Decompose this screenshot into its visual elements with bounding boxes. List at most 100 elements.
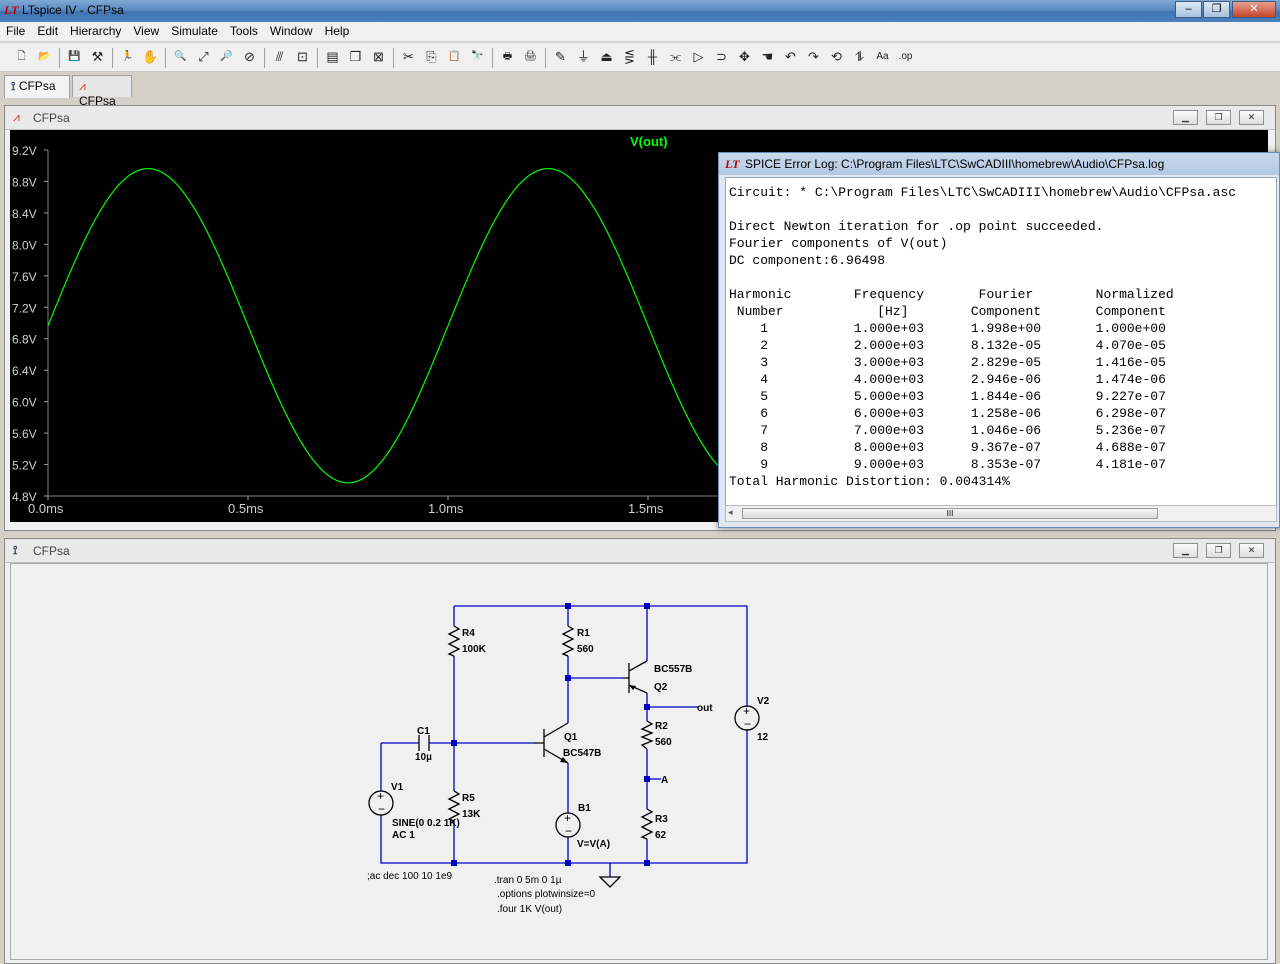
paste-icon[interactable]: 📋 bbox=[444, 46, 465, 68]
run-icon[interactable]: 🏃 bbox=[117, 46, 138, 68]
horizontal-scrollbar[interactable]: ◂ III bbox=[725, 505, 1277, 522]
diode-icon[interactable]: ▷ bbox=[688, 46, 709, 68]
save-icon[interactable]: 💾 bbox=[64, 46, 85, 68]
copy-icon[interactable]: ⎘ bbox=[421, 46, 442, 68]
minimize-button[interactable]: – bbox=[1175, 1, 1202, 18]
error-log-titlebar: LT SPICE Error Log: C:\Program Files\LTC… bbox=[719, 153, 1279, 175]
label-r3: R3 bbox=[655, 814, 668, 825]
autorange-icon[interactable]: ⫻ bbox=[269, 46, 290, 68]
toolbar-separator bbox=[264, 48, 265, 68]
spice-directive-icon[interactable]: .op bbox=[895, 46, 916, 68]
menu-hierarchy[interactable]: Hierarchy bbox=[64, 22, 127, 38]
value-r2: 560 bbox=[655, 737, 672, 748]
menu-window[interactable]: Window bbox=[264, 22, 319, 38]
net-label-a[interactable]: A bbox=[661, 775, 668, 786]
tab-schematic[interactable]: ⟟ CFPsa bbox=[4, 75, 70, 98]
menu-file[interactable]: File bbox=[0, 22, 31, 38]
open-icon[interactable]: 📂 bbox=[34, 46, 55, 68]
wire-icon[interactable]: ✎ bbox=[550, 46, 571, 68]
resistor-icon[interactable]: ⋚ bbox=[619, 46, 640, 68]
trace-label[interactable]: V(out) bbox=[630, 134, 668, 149]
y-tick-label: 9.2V bbox=[12, 144, 37, 158]
resistor-r2 bbox=[640, 720, 654, 750]
ground-icon[interactable]: ⏚ bbox=[573, 46, 594, 68]
log-line: Harmonic Frequency Fourier Normalized bbox=[729, 287, 1174, 302]
tab-waveform[interactable]: ⩘ CFPsa bbox=[72, 75, 132, 108]
drag-icon[interactable]: ☚ bbox=[757, 46, 778, 68]
spice-error-log-window[interactable]: LT SPICE Error Log: C:\Program Files\LTC… bbox=[718, 152, 1280, 528]
y-tick-label: 8.4V bbox=[12, 207, 37, 221]
minimize-button[interactable]: ▁ bbox=[1173, 110, 1198, 125]
log-line: Fourier components of V(out) bbox=[729, 236, 948, 251]
net-label-out[interactable]: out bbox=[697, 703, 713, 714]
model-q1: BC547B bbox=[563, 748, 601, 759]
menu-simulate[interactable]: Simulate bbox=[165, 22, 224, 38]
zoom-out-icon[interactable]: 🔎 bbox=[216, 46, 237, 68]
value-r1: 560 bbox=[577, 644, 594, 655]
print-icon[interactable]: 🖨 bbox=[520, 46, 541, 68]
zoom-full-icon[interactable]: ⤢ bbox=[193, 46, 214, 68]
close-button[interactable]: ✕ bbox=[1239, 543, 1264, 558]
cut-icon[interactable]: ✂ bbox=[398, 46, 419, 68]
restore-button[interactable]: ❐ bbox=[1206, 543, 1231, 558]
ac-directive-comment[interactable]: ;ac dec 100 10 1e9 bbox=[367, 871, 453, 882]
tran-directive[interactable]: .tran 0 5m 0 1µ bbox=[494, 875, 562, 886]
new-schematic-icon[interactable]: 🗋 bbox=[11, 46, 32, 68]
four-directive[interactable]: .four 1K V(out) bbox=[497, 904, 562, 915]
svg-text:−: − bbox=[378, 802, 385, 816]
print-setup-icon[interactable]: 🖶 bbox=[497, 46, 518, 68]
error-log-text[interactable]: Circuit: * C:\Program Files\LTC\SwCADIII… bbox=[725, 177, 1277, 507]
ground-symbol bbox=[598, 876, 622, 888]
tile-horizontal-icon[interactable]: ▤ bbox=[322, 46, 343, 68]
schematic-drawing[interactable]: +− +− +− R4 100K R1 560 BC557B Q2 out V2… bbox=[11, 564, 1267, 959]
undo-icon[interactable]: ↶ bbox=[780, 46, 801, 68]
menu-tools[interactable]: Tools bbox=[224, 22, 264, 38]
toolbar-separator bbox=[59, 48, 60, 68]
find-icon[interactable]: 🔭 bbox=[467, 46, 488, 68]
capacitor-icon[interactable]: ╫ bbox=[642, 46, 663, 68]
schematic-canvas[interactable]: + − + − + − R4 100K R1 560 BC557B Q2 out V2… bbox=[10, 563, 1268, 960]
waveform-window-title: CFPsa bbox=[33, 111, 70, 125]
inductor-icon[interactable]: ⫘ bbox=[665, 46, 686, 68]
close-all-icon[interactable]: ⊠ bbox=[368, 46, 389, 68]
close-button[interactable]: ✕ bbox=[1239, 110, 1264, 125]
error-log-title: SPICE Error Log: C:\Program Files\LTC\Sw… bbox=[745, 157, 1165, 171]
menu-view[interactable]: View bbox=[127, 22, 165, 38]
mirror-icon[interactable]: ⥮ bbox=[849, 46, 870, 68]
close-button[interactable]: ✕ bbox=[1232, 1, 1276, 18]
minimize-button[interactable]: ▁ bbox=[1173, 543, 1198, 558]
log-line: 2 2.000e+03 8.132e-05 4.070e-05 bbox=[729, 338, 1166, 353]
label-q2: Q2 bbox=[654, 682, 668, 693]
zoom-in-icon[interactable]: 🔍 bbox=[170, 46, 191, 68]
cascade-icon[interactable]: ❐ bbox=[345, 46, 366, 68]
ltspice-logo-icon: LT bbox=[4, 3, 19, 17]
waveform-icon: ⩘ bbox=[79, 79, 86, 93]
options-directive[interactable]: .options plotwinsize=0 bbox=[497, 889, 596, 900]
zoom-cancel-icon[interactable]: ⊘ bbox=[239, 46, 260, 68]
maximize-button[interactable]: ❐ bbox=[1203, 1, 1230, 18]
x-tick-label: 1.5ms bbox=[628, 501, 664, 516]
scroll-thumb[interactable]: III bbox=[742, 508, 1158, 519]
redo-icon[interactable]: ↷ bbox=[803, 46, 824, 68]
label-r2: R2 bbox=[655, 721, 668, 732]
zoom-back-icon[interactable]: ⊡ bbox=[292, 46, 313, 68]
component-icon[interactable]: ⊃ bbox=[711, 46, 732, 68]
menu-help[interactable]: Help bbox=[319, 22, 356, 38]
label-icon[interactable]: ⏏ bbox=[596, 46, 617, 68]
menu-edit[interactable]: Edit bbox=[31, 22, 64, 38]
toolbar-separator bbox=[393, 48, 394, 68]
rotate-icon[interactable]: ⟲ bbox=[826, 46, 847, 68]
y-tick-label: 5.2V bbox=[12, 459, 37, 473]
window-title: LTspice IV - CFPsa bbox=[22, 3, 124, 17]
log-line: Number [Hz] Component Component bbox=[729, 304, 1166, 319]
move-icon[interactable]: ✥ bbox=[734, 46, 755, 68]
text-icon[interactable]: Aa bbox=[872, 46, 893, 68]
toolbar-separator bbox=[165, 48, 166, 68]
control-panel-icon[interactable]: ⚒ bbox=[87, 46, 108, 68]
scroll-left-arrow[interactable]: ◂ bbox=[728, 507, 733, 518]
log-line: Direct Newton iteration for .op point su… bbox=[729, 219, 1104, 234]
waveform-window-titlebar: ⩘ CFPsa ▁ ❐ ✕ bbox=[5, 106, 1275, 130]
halt-icon[interactable]: ✋ bbox=[140, 46, 161, 68]
restore-button[interactable]: ❐ bbox=[1206, 110, 1231, 125]
